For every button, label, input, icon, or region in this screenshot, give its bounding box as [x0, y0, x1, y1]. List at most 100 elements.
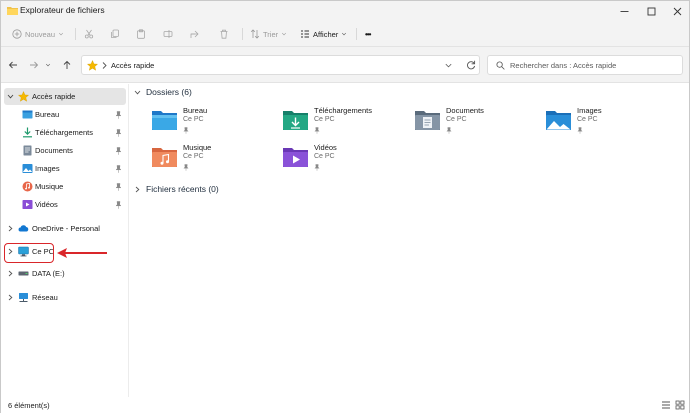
share-icon [190, 30, 199, 38]
folder-location: Ce PC [183, 153, 204, 160]
toolbar-divider [242, 28, 243, 40]
chevron-down-icon[interactable] [7, 93, 14, 100]
download-icon [23, 127, 32, 138]
sidebar-item-videos[interactable]: Vidéos [4, 196, 126, 213]
maximize-icon [647, 7, 655, 15]
sidebar-item-label: Téléchargements [35, 128, 93, 137]
images-folder-icon [546, 111, 571, 130]
sort-button[interactable]: Trier [250, 26, 287, 42]
folder-location: Ce PC [314, 116, 335, 123]
star-icon [18, 91, 29, 102]
maximize-button[interactable] [639, 1, 663, 21]
navigation-pane: Accès rapide Bureau Téléchargements Docu… [1, 84, 129, 397]
toolbar-divider [356, 28, 357, 40]
annotation-arrow-icon [57, 248, 107, 258]
details-view-icon[interactable] [661, 400, 671, 410]
folder-tile-bureau[interactable]: Bureau Ce PC [149, 106, 275, 140]
pin-icon [115, 110, 122, 119]
sidebar-item-musique[interactable]: Musique [4, 178, 126, 195]
downloads-folder-icon [283, 111, 308, 130]
new-button[interactable]: Nouveau [12, 26, 64, 42]
folder-tile-telechargements[interactable]: Téléchargements Ce PC [280, 106, 406, 140]
folder-tile-videos[interactable]: Vidéos Ce PC [280, 143, 406, 177]
view-button-label: Afficher [313, 29, 339, 39]
more-options-button[interactable]: ••• [365, 26, 371, 42]
sort-button-label: Trier [263, 29, 279, 39]
sidebar-item-onedrive[interactable]: OneDrive - Personal [4, 220, 126, 237]
sidebar-item-label: DATA (E:) [32, 269, 65, 278]
paste-button[interactable] [136, 26, 146, 42]
view-button[interactable]: Afficher [300, 26, 347, 42]
close-icon [673, 7, 681, 15]
sidebar-item-label: Vidéos [35, 200, 58, 209]
search-input[interactable] [510, 59, 678, 72]
back-button[interactable] [6, 58, 20, 72]
chevron-right-icon[interactable] [7, 270, 14, 277]
address-bar[interactable]: Accès rapide [81, 55, 480, 75]
chevron-right-icon [135, 186, 140, 192]
trash-icon [220, 29, 228, 39]
arrow-right-icon [30, 61, 39, 69]
copy-icon [111, 29, 119, 38]
sidebar-item-documents[interactable]: Documents [4, 142, 126, 159]
folder-location: Ce PC [183, 116, 204, 123]
folders-group-label: Dossiers (6) [146, 87, 192, 97]
recent-locations-button[interactable] [41, 58, 55, 72]
folder-name: Images [577, 106, 602, 115]
folder-tile-documents[interactable]: Documents Ce PC [412, 106, 538, 140]
rename-button[interactable] [163, 26, 173, 42]
sidebar-item-telechargements[interactable]: Téléchargements [4, 124, 126, 141]
folder-location: Ce PC [577, 116, 598, 123]
chevron-right-icon[interactable] [7, 294, 14, 301]
chevron-right-icon [102, 62, 107, 69]
sidebar-item-images[interactable]: Images [4, 160, 126, 177]
sidebar-item-label: Musique [35, 182, 64, 191]
chevron-down-icon [59, 32, 64, 36]
pin-icon [115, 182, 122, 191]
chevron-down-icon [282, 32, 287, 36]
cloud-icon [18, 225, 29, 232]
folders-group-header[interactable]: Dossiers (6) [134, 85, 192, 99]
command-bar: Nouveau Trier Afficher ••• [1, 21, 689, 47]
pin-icon [183, 164, 189, 171]
documents-folder-icon [415, 111, 440, 130]
minimize-button[interactable] [612, 1, 636, 21]
delete-button[interactable] [219, 26, 229, 42]
copy-button[interactable] [110, 26, 120, 42]
recent-files-group-label: Fichiers récents (0) [146, 184, 219, 194]
music-icon [22, 181, 33, 192]
chevron-down-icon[interactable] [444, 61, 453, 70]
search-box[interactable] [487, 55, 683, 75]
chevron-down-icon [45, 63, 51, 67]
folder-name: Musique [183, 143, 212, 152]
share-button[interactable] [190, 26, 200, 42]
folder-name: Vidéos [314, 143, 337, 152]
up-button[interactable] [60, 58, 74, 72]
forward-button[interactable] [27, 58, 41, 72]
pin-icon [314, 164, 320, 171]
recent-files-group-header[interactable]: Fichiers récents (0) [134, 182, 219, 196]
pin-icon [577, 127, 583, 134]
new-icon [12, 29, 22, 39]
folder-location: Ce PC [314, 153, 335, 160]
music-folder-icon [152, 148, 177, 167]
tiles-view-icon[interactable] [675, 400, 685, 410]
sidebar-item-data-drive[interactable]: DATA (E:) [4, 265, 126, 282]
desktop-folder-icon [152, 111, 177, 130]
images-icon [22, 164, 33, 173]
sidebar-item-reseau[interactable]: Réseau [4, 289, 126, 306]
more-options-icon: ••• [365, 29, 371, 39]
sidebar-item-quick-access[interactable]: Accès rapide [4, 88, 126, 105]
window-title: Explorateur de fichiers [20, 5, 105, 15]
folder-tile-musique[interactable]: Musique Ce PC [149, 143, 275, 177]
chevron-right-icon[interactable] [7, 225, 14, 232]
address-path: Accès rapide [111, 61, 155, 70]
sort-icon [250, 29, 260, 39]
cut-button[interactable] [84, 26, 94, 42]
paste-icon [137, 29, 145, 39]
folder-tile-images[interactable]: Images Ce PC [543, 106, 669, 140]
close-button[interactable] [665, 1, 689, 21]
sidebar-item-bureau[interactable]: Bureau [4, 106, 126, 123]
refresh-icon[interactable] [466, 60, 476, 70]
folder-icon [7, 7, 18, 15]
